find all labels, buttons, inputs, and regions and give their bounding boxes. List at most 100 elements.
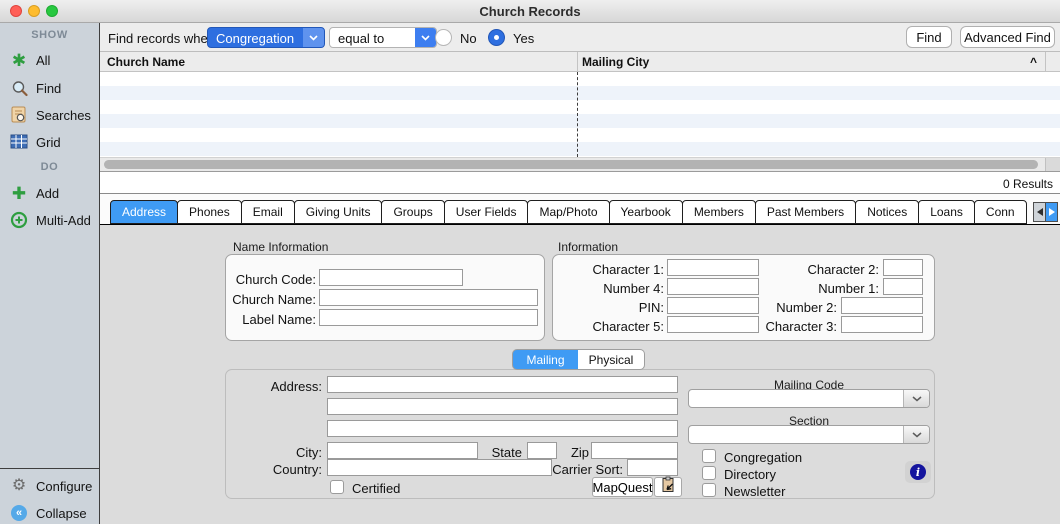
column-header-church-name[interactable]: Church Name [107,55,185,69]
church-code-label: Church Code: [226,272,316,287]
number-1-input[interactable] [883,278,923,295]
address-line-1-input[interactable] [327,376,678,393]
subtab-physical[interactable]: Physical [578,349,645,370]
horizontal-scrollbar[interactable] [100,157,1060,171]
section-dropdown[interactable] [688,425,930,444]
chevron-down-icon [903,426,929,443]
sidebar-item-grid[interactable]: Grid [0,132,99,152]
city-input[interactable] [327,442,478,459]
character-1-label: Character 1: [553,262,664,277]
tab-groups[interactable]: Groups [381,200,444,224]
table-row [100,72,1060,86]
country-label: Country: [222,462,322,477]
certified-checkbox[interactable] [330,480,344,494]
scrollbar-thumb[interactable] [104,160,1038,169]
asterisk-icon: ✱ [8,50,30,70]
sidebar-item-add[interactable]: ✚ Add [0,183,99,203]
directory-checkbox[interactable] [702,466,716,480]
carrier-sort-label: Carrier Sort: [540,462,623,477]
tab-phones[interactable]: Phones [177,200,242,224]
mailing-code-dropdown[interactable] [688,389,930,408]
newsletter-label: Newsletter [724,484,785,499]
tab-address[interactable]: Address [110,200,178,224]
tab-loans[interactable]: Loans [918,200,975,224]
character-2-input[interactable] [883,259,923,276]
mapquest-copy-button[interactable] [654,477,682,497]
gear-icon: ⚙ [8,476,30,496]
results-table-header: Church Name Mailing City ^ [100,52,1060,72]
tab-connect[interactable]: Conn [974,200,1027,224]
label-name-label: Label Name: [226,312,316,327]
church-name-input[interactable] [319,289,538,306]
zip-input[interactable] [591,442,678,459]
number-4-input[interactable] [667,278,759,295]
radio-yes-label: Yes [513,31,534,46]
church-name-label: Church Name: [226,292,316,307]
state-input[interactable] [527,442,557,459]
newsletter-checkbox[interactable] [702,483,716,497]
find-button[interactable]: Find [906,26,952,48]
status-bar: 0 Results [100,171,1060,194]
label-name-input[interactable] [319,309,538,326]
radio-no[interactable] [435,29,452,46]
grid-icon [8,132,30,152]
results-table-body[interactable] [100,72,1060,157]
sidebar-item-configure[interactable]: ⚙ Configure [0,476,99,496]
plus-icon: ✚ [8,183,30,203]
tab-notices[interactable]: Notices [855,200,919,224]
saved-searches-icon [8,105,30,125]
sidebar-item-label: All [36,53,50,68]
column-header-mailing-city[interactable]: Mailing City [582,55,649,69]
sidebar-item-all[interactable]: ✱ All [0,50,99,70]
advanced-find-button[interactable]: Advanced Find [960,26,1055,48]
tab-map-photo[interactable]: Map/Photo [527,200,609,224]
address-line-2-input[interactable] [327,398,678,415]
radio-yes[interactable] [488,29,505,46]
clipboard-arrow-icon [660,476,676,498]
subtab-mailing[interactable]: Mailing [512,349,579,370]
sidebar-item-searches[interactable]: Searches [0,105,99,125]
triangle-right-icon [1049,208,1055,216]
magnifier-icon [8,78,30,98]
column-divider[interactable] [577,52,578,71]
main-area: Find records where Congregation equal to… [100,23,1060,524]
congregation-checkbox[interactable] [702,449,716,463]
address-line-3-input[interactable] [327,420,678,437]
table-row [100,86,1060,100]
sidebar-item-find[interactable]: Find [0,78,99,98]
number-2-input[interactable] [841,297,923,314]
info-button[interactable]: i [905,461,931,483]
character-3-label: Character 3: [727,319,837,334]
tab-user-fields[interactable]: User Fields [444,200,529,224]
tab-scroll-right-button[interactable] [1045,202,1058,222]
tab-email[interactable]: Email [241,200,295,224]
sidebar-item-collapse[interactable]: « Collapse [0,503,99,523]
find-field-select[interactable]: Congregation [207,27,325,48]
tab-members[interactable]: Members [682,200,756,224]
tab-giving-units[interactable]: Giving Units [294,200,383,224]
name-information-title: Name Information [233,240,328,254]
character-3-input[interactable] [841,316,923,333]
find-prompt: Find records where [108,31,219,46]
number-4-label: Number 4: [553,281,664,296]
character-1-input[interactable] [667,259,759,276]
tab-yearbook[interactable]: Yearbook [609,200,683,224]
find-operator-select[interactable]: equal to [329,27,437,48]
circled-plus-icon [8,210,30,230]
country-input[interactable] [327,459,552,476]
title-bar: Church Records [0,0,1060,23]
mapquest-button[interactable]: MapQuest [592,477,653,497]
results-count: 0 Results [1003,177,1053,191]
tab-past-members[interactable]: Past Members [755,200,856,224]
sidebar-item-multi-add[interactable]: Multi-Add [0,210,99,230]
sidebar-item-label: Collapse [36,506,87,521]
congregation-label: Congregation [724,450,802,465]
chevron-down-icon [903,390,929,407]
certified-label: Certified [352,481,400,496]
sidebar-item-label: Searches [36,108,91,123]
carrier-sort-input[interactable] [627,459,678,476]
sidebar-section-show: SHOW [0,29,99,41]
church-code-input[interactable] [319,269,463,286]
column-divider-dashed [577,72,578,157]
sort-indicator-icon[interactable]: ^ [1030,55,1037,69]
